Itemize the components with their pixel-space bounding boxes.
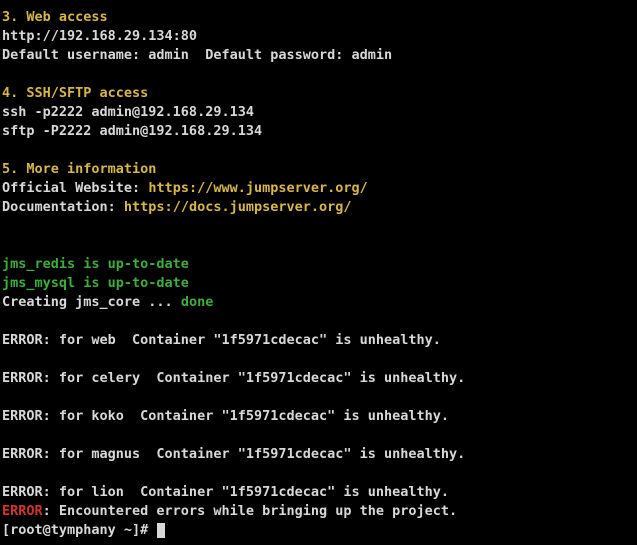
compose-status-core-done: done <box>181 294 214 310</box>
compose-status-redis: jms_redis is up-to-date <box>2 256 189 272</box>
sftp-command: sftp -P2222 admin@192.168.29.134 <box>2 123 262 139</box>
final-error-message: : Encountered errors while bringing up t… <box>43 503 458 519</box>
official-website-label: Official Website: <box>2 180 148 196</box>
error-celery: ERROR: for celery Container "1f5971cdeca… <box>2 370 465 386</box>
documentation-label: Documentation: <box>2 199 124 215</box>
web-credentials: Default username: admin Default password… <box>2 47 392 63</box>
section-header-web: 3. Web access <box>2 9 108 25</box>
documentation-url: https://docs.jumpserver.org/ <box>124 199 352 215</box>
web-url: http://192.168.29.134:80 <box>2 28 197 44</box>
section-header-ssh: 4. SSH/SFTP access <box>2 85 148 101</box>
compose-status-core: Creating jms_core ... <box>2 294 181 310</box>
compose-status-mysql: jms_mysql is up-to-date <box>2 275 189 291</box>
section-header-info: 5. More information <box>2 161 156 177</box>
ssh-command: ssh -p2222 admin@192.168.29.134 <box>2 104 254 120</box>
shell-prompt[interactable]: [root@tymphany ~]# <box>2 522 156 538</box>
error-koko: ERROR: for koko Container "1f5971cdecac"… <box>2 408 449 424</box>
error-magnus: ERROR: for magnus Container "1f5971cdeca… <box>2 446 465 462</box>
error-web: ERROR: for web Container "1f5971cdecac" … <box>2 332 441 348</box>
terminal-output[interactable]: 3. Web access http://192.168.29.134:80 D… <box>0 0 637 540</box>
official-website-url: https://www.jumpserver.org/ <box>148 180 367 196</box>
final-error-tag: ERROR <box>2 503 43 519</box>
error-lion: ERROR: for lion Container "1f5971cdecac"… <box>2 484 449 500</box>
cursor-icon <box>157 523 165 538</box>
